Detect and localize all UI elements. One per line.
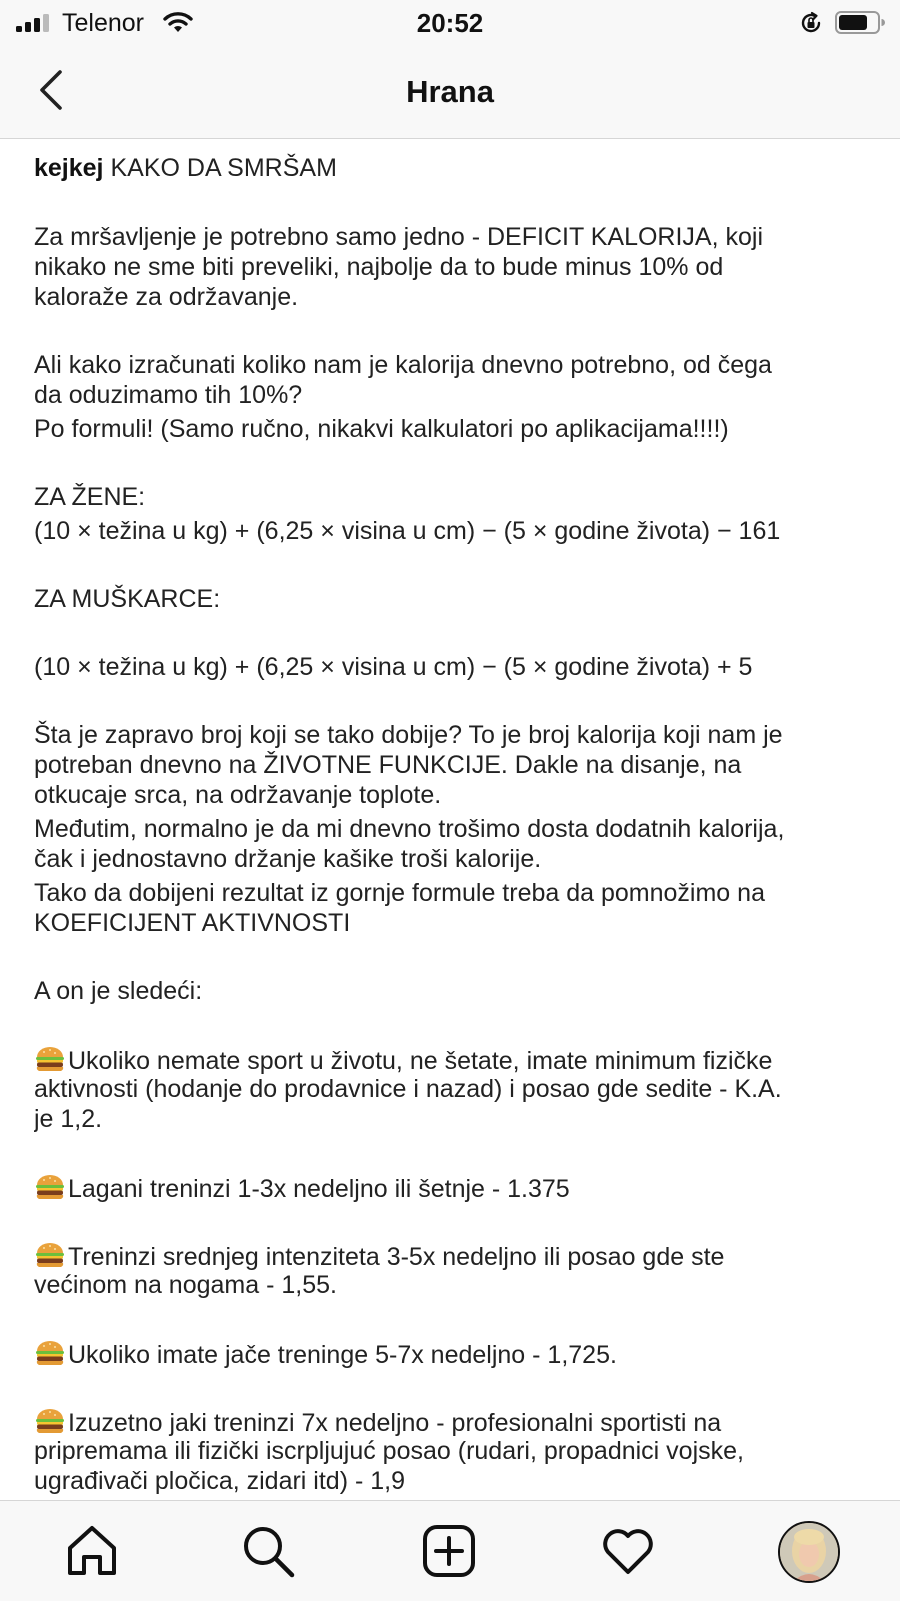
formula-men: (10 × težina u kg) + (6,25 × visina u cm… (34, 653, 753, 681)
status-bar: Telenor 20:52 (0, 0, 900, 46)
caption-line: ZA MUŠKARCE: (34, 585, 221, 613)
caption-line: ugrađivači pločica, zidari itd) - 1,9 (34, 1467, 405, 1495)
hamburger-emoji-icon (36, 1047, 64, 1072)
hamburger-emoji-icon (36, 1243, 64, 1268)
caption-line: pripremama ili fizički iscrpljujuć posao… (34, 1437, 744, 1465)
caption-line: Ukoliko imate jače treninge 5-7x nedeljn… (34, 1338, 617, 1370)
caption-line: kaloraže za održavanje. (34, 283, 299, 311)
caption-line: Treninzi srednjeg intenziteta 3-5x nedel… (34, 1240, 724, 1272)
battery-icon (835, 11, 885, 34)
profile-avatar[interactable] (778, 1521, 840, 1583)
page-title: Hrana (406, 74, 494, 109)
post-caption: kejkej KAKO DA SMRŠAM Za mršavljenje je … (34, 138, 874, 1500)
caption-line: Izuzetno jaki treninzi 7x nedeljno - pro… (34, 1406, 721, 1438)
nav-header: Hrana (0, 46, 900, 139)
post-username[interactable]: kejkej (34, 154, 104, 182)
caption-line: otkucaje srca, na održavanje toplote. (34, 781, 442, 809)
activity-level-text: Ukoliko imate jače treninge 5-7x nedeljn… (68, 1341, 617, 1369)
activity-level-text: Ukoliko nemate sport u životu, ne šetate… (68, 1047, 773, 1075)
hamburger-emoji-icon (36, 1175, 64, 1200)
profile-photo-icon (780, 1523, 838, 1581)
caption-line: većinom na nogama - 1,55. (34, 1271, 337, 1299)
hamburger-emoji-icon (36, 1409, 64, 1434)
caption-line: Šta je zapravo broj koji se tako dobije?… (34, 721, 783, 749)
formula-women: (10 × težina u kg) + (6,25 × visina u cm… (34, 517, 781, 545)
tab-new-post[interactable] (421, 1523, 477, 1579)
add-post-icon (423, 1525, 475, 1577)
caption-line: A on je sledeći: (34, 977, 203, 1005)
caption-line: Tako da dobijeni rezultat iz gornje form… (34, 879, 765, 907)
caption-line: kejkej KAKO DA SMRŠAM (34, 153, 337, 183)
search-icon (244, 1527, 295, 1578)
caption-line: aktivnosti (hodanje do prodavnice i naza… (34, 1075, 782, 1103)
caption-line: Ukoliko nemate sport u životu, ne šetate… (34, 1044, 772, 1076)
caption-line: KOEFICIJENT AKTIVNOSTI (34, 909, 351, 937)
caption-line: Lagani treninzi 1-3x nedeljno ili šetnje… (34, 1172, 570, 1204)
status-time: 20:52 (416, 8, 484, 38)
home-icon (68, 1526, 116, 1575)
caption-line: čak i jednostavno držanje kašike troši k… (34, 845, 542, 873)
hamburger-emoji-icon (36, 1341, 64, 1366)
caption-line: Međutim, normalno je da mi dnevno trošim… (34, 815, 785, 843)
caption-line: Ali kako izračunati koliko nam je kalori… (34, 351, 772, 379)
caption-text: KAKO DA SMRŠAM (110, 154, 337, 182)
activity-level-text: Treninzi srednjeg intenziteta 3-5x nedel… (68, 1243, 725, 1271)
caption-line: ZA ŽENE: (34, 483, 146, 511)
tab-search[interactable] (240, 1523, 296, 1579)
caption-line: je 1,2. (34, 1105, 103, 1133)
tab-activity[interactable] (600, 1523, 656, 1579)
caption-line: Po formuli! (Samo ručno, nikakvi kalkula… (34, 415, 729, 443)
orientation-lock-icon (801, 11, 821, 33)
caption-line: nikako ne sme biti preveliki, najbolje d… (34, 253, 724, 281)
caption-line: da oduzimamo tih 10%? (34, 381, 303, 409)
tab-home[interactable] (64, 1523, 120, 1579)
bottom-tab-bar (0, 1500, 900, 1601)
caption-line: Za mršavljenje je potrebno samo jedno - … (34, 223, 763, 251)
activity-heart-icon (603, 1529, 653, 1574)
activity-level-text: Izuzetno jaki treninzi 7x nedeljno - pro… (68, 1409, 722, 1437)
activity-level-text: Lagani treninzi 1-3x nedeljno ili šetnje… (68, 1175, 570, 1203)
caption-line: potreban dnevno na ŽIVOTNE FUNKCIJE. Dak… (34, 751, 742, 779)
